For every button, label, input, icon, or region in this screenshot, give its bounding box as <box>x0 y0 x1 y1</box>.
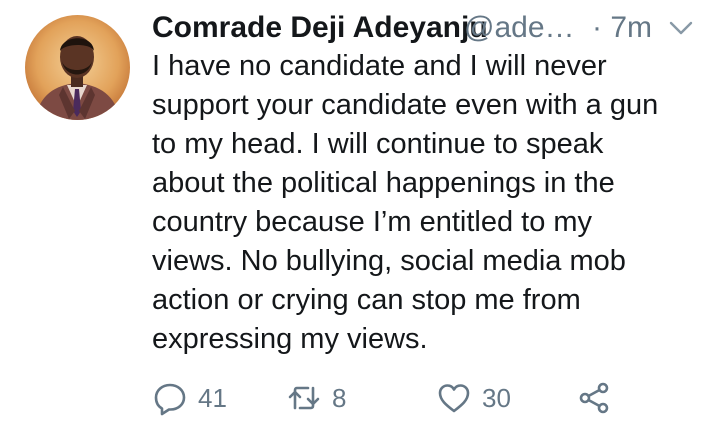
tweet-timestamp[interactable]: · 7m <box>592 8 652 48</box>
tweet-text-line: support your candidate even with a gun <box>152 89 659 121</box>
share-button[interactable] <box>576 376 612 420</box>
retweet-icon <box>288 386 320 410</box>
tweet-text-line: about the political happenings in the <box>152 167 615 199</box>
avatar[interactable] <box>25 15 130 120</box>
tweet-text-line: to my head. I will continue to speak <box>152 128 604 160</box>
tweet-text-line: action or crying can stop me from <box>152 284 581 316</box>
share-icon <box>579 382 609 414</box>
author-name[interactable]: Comrade Deji Adeyanju <box>152 8 488 48</box>
reply-icon <box>154 383 186 416</box>
like-count: 30 <box>482 383 511 413</box>
author-handle[interactable]: @ade… <box>464 8 575 48</box>
like-button[interactable]: 30 <box>436 376 511 420</box>
tweet-card[interactable]: Comrade Deji Adeyanju @ade… · 7m I have … <box>0 0 720 439</box>
chevron-down-icon[interactable] <box>668 18 694 38</box>
tweet-text-line: country because I’m entitled to my <box>152 206 593 238</box>
tweet-text-line: I have no candidate and I will never <box>152 50 607 82</box>
avatar-image <box>25 15 130 120</box>
tweet-text: I have no candidate and I will never sup… <box>152 47 707 359</box>
reply-button[interactable]: 41 <box>152 376 227 420</box>
heart-icon <box>438 384 470 413</box>
tweet-text-line: expressing my views. <box>152 323 428 355</box>
tweet-header: Comrade Deji Adeyanju @ade… · 7m <box>152 8 712 48</box>
retweet-button[interactable]: 8 <box>286 376 346 420</box>
tweet-text-line: views. No bullying, social media mob <box>152 245 626 277</box>
tweet-actions: 41 8 30 <box>152 376 712 420</box>
reply-count: 41 <box>198 383 227 413</box>
retweet-count: 8 <box>332 383 347 413</box>
